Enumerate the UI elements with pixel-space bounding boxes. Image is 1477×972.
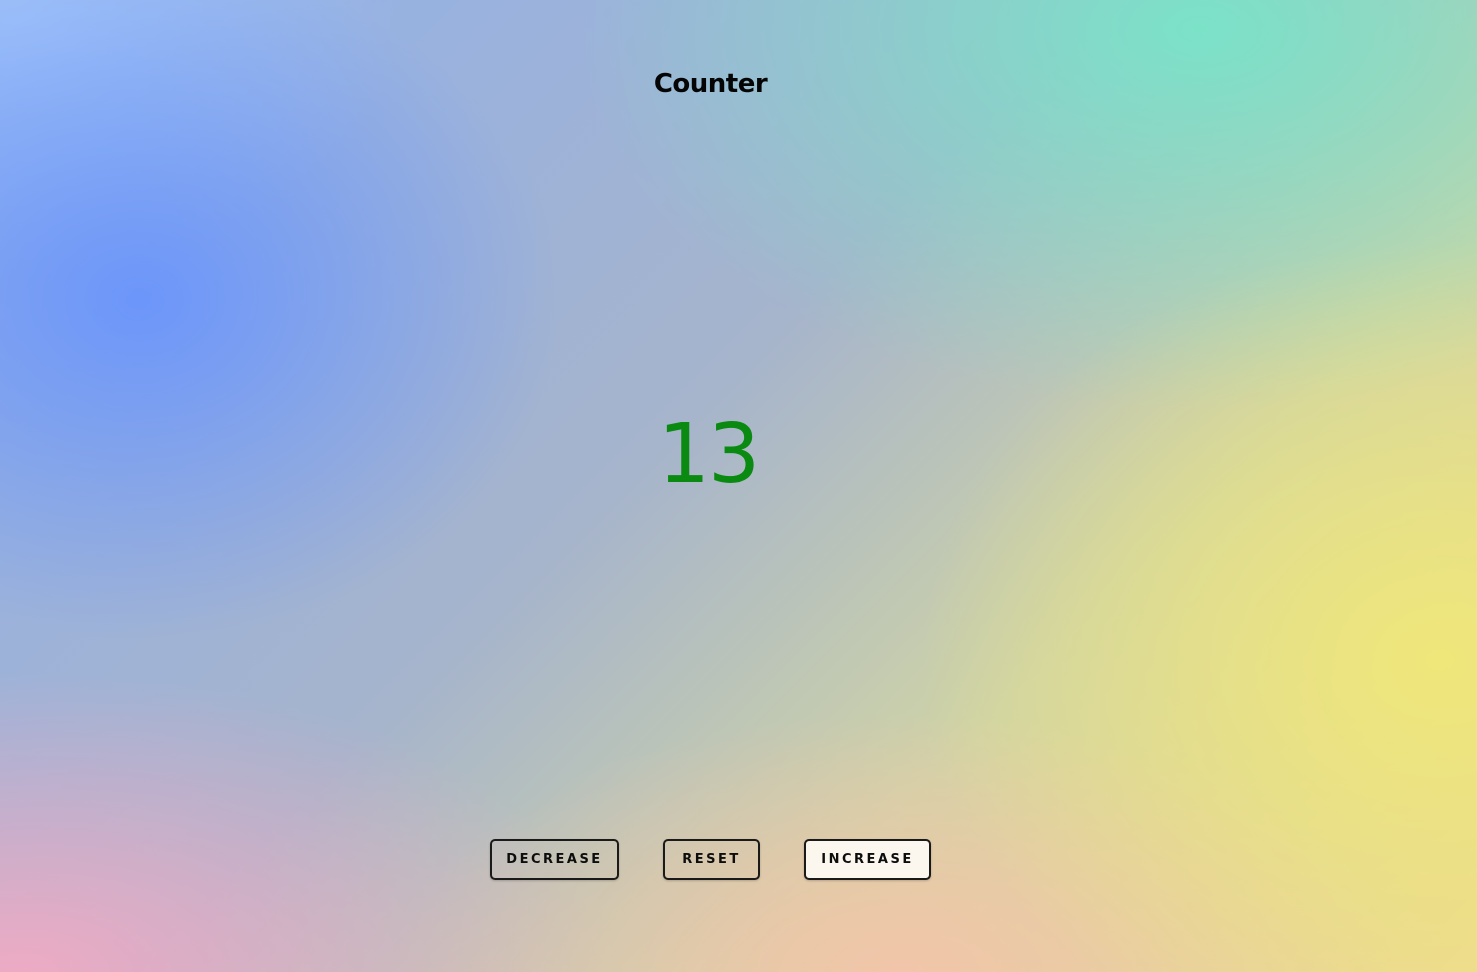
increase-button[interactable]: INCREASE (804, 839, 931, 880)
counter-value: 13 (657, 407, 760, 502)
page-title: Counter (653, 69, 768, 100)
decrease-button[interactable]: DECREASE (490, 839, 619, 880)
reset-button[interactable]: RESET (663, 839, 760, 880)
